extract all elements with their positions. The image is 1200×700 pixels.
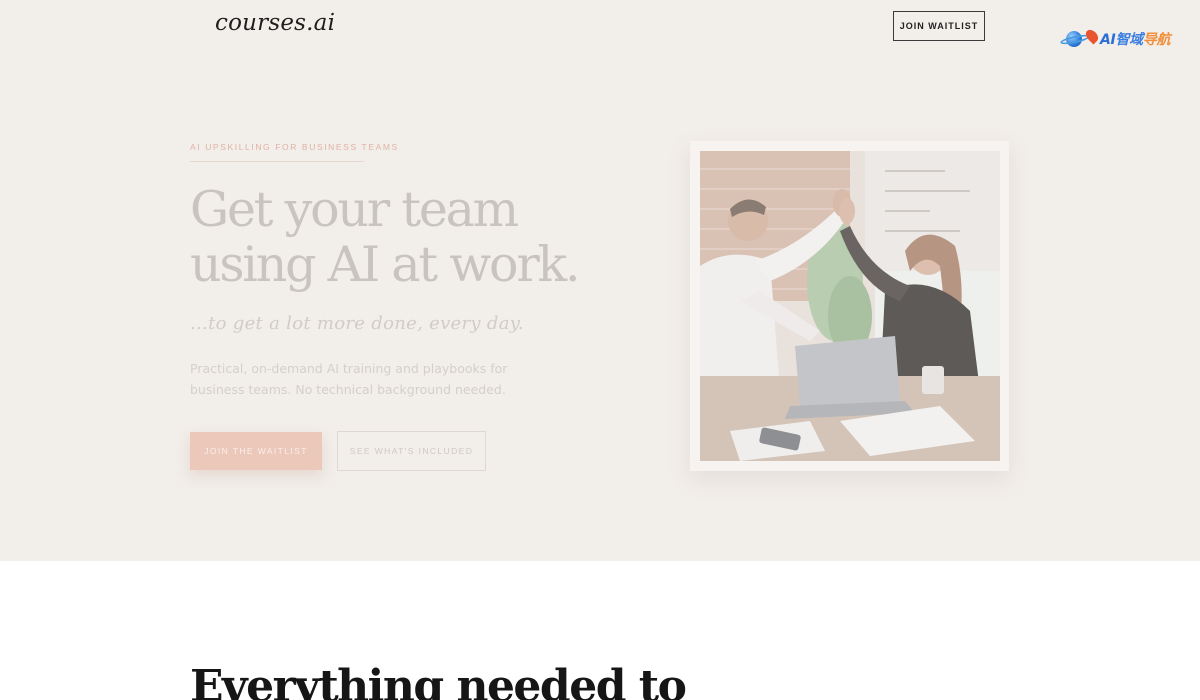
brand-badge[interactable]: AI智域导航 [1059, 27, 1171, 49]
hero-description: Practical, on-demand AI training and pla… [190, 361, 508, 397]
brand-badge-text: AI智域导航 [1100, 29, 1171, 49]
features-title: Everything needed to [190, 661, 687, 700]
site-header: courses.ai JOIN WAITLIST AI智域导航 [0, 0, 1200, 60]
hero-title-line1: Get your team [190, 181, 519, 238]
brand-badge-part1: AI [1100, 32, 1116, 48]
eyebrow-divider [190, 161, 364, 162]
features-section: Everything needed to [0, 561, 1200, 700]
hero-title: Get your team using AI at work. [190, 182, 610, 292]
join-waitlist-button[interactable]: JOIN WAITLIST [893, 11, 985, 41]
hero-photo-frame [690, 141, 1009, 471]
hero-subtitle: ...to get a lot more done, every day. [190, 313, 524, 334]
hero-eyebrow: AI UPSKILLING FOR BUSINESS TEAMS [190, 142, 399, 152]
join-the-waitlist-button[interactable]: JOIN THE WAITLIST [190, 432, 322, 470]
logo[interactable]: courses.ai [215, 10, 335, 36]
hero-title-line2: using AI at work. [190, 236, 581, 293]
brand-badge-part3: 导航 [1142, 32, 1171, 48]
hero-photo [700, 151, 1000, 461]
hero-section: AI UPSKILLING FOR BUSINESS TEAMS Get you… [0, 60, 1200, 561]
brand-badge-part2: 智域 [1115, 32, 1143, 48]
see-whats-included-button[interactable]: SEE WHAT'S INCLUDED [337, 431, 486, 471]
office-high-five-illustration [700, 151, 1000, 461]
